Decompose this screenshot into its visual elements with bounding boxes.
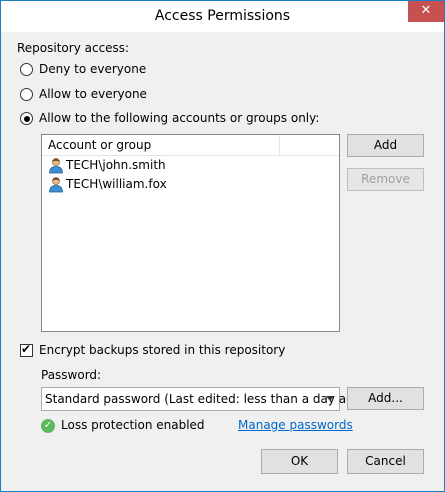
- cancel-button[interactable]: Cancel: [347, 449, 424, 474]
- accounts-list[interactable]: Account or group TECH\john.smith TECH\wi…: [41, 134, 340, 332]
- radio-deny-label[interactable]: Deny to everyone: [39, 62, 146, 76]
- user-icon: [49, 177, 63, 193]
- repository-access-label: Repository access:: [17, 41, 130, 55]
- column-header-account[interactable]: Account or group: [42, 135, 280, 155]
- list-item[interactable]: TECH\william.fox: [42, 175, 273, 194]
- manage-passwords-link[interactable]: Manage passwords: [238, 418, 353, 432]
- accounts-list-header: Account or group: [42, 135, 339, 156]
- password-select[interactable]: Standard password (Last edited: less tha…: [41, 387, 366, 411]
- title-bar[interactable]: Access Permissions ✕: [1, 1, 444, 32]
- radio-allow-following-label[interactable]: Allow to the following accounts or group…: [39, 111, 319, 125]
- encrypt-checkbox-box[interactable]: ✔: [20, 342, 33, 357]
- user-icon: [49, 158, 63, 174]
- close-icon: ✕: [420, 3, 432, 18]
- account-name: TECH\john.smith: [66, 158, 166, 172]
- account-name: TECH\william.fox: [66, 177, 167, 191]
- close-button[interactable]: ✕: [408, 1, 444, 22]
- radio-allow-everyone-indicator[interactable]: [20, 88, 33, 101]
- checkmark-icon: ✔: [21, 342, 32, 356]
- list-item[interactable]: TECH\john.smith: [42, 156, 273, 175]
- dialog-body: Repository access: Deny to everyone Allo…: [9, 32, 436, 483]
- password-select-value: Standard password (Last edited: less tha…: [45, 392, 366, 406]
- chevron-down-icon[interactable]: [326, 396, 334, 401]
- dialog-title: Access Permissions: [154, 8, 291, 24]
- password-label: Password:: [41, 368, 102, 382]
- add-password-button[interactable]: Add...: [347, 387, 424, 410]
- access-permissions-dialog: Access Permissions ✕ Repository access: …: [0, 0, 445, 492]
- radio-deny-indicator[interactable]: [20, 63, 33, 76]
- add-account-button[interactable]: Add: [347, 134, 424, 157]
- encrypt-checkbox-label[interactable]: Encrypt backups stored in this repositor…: [39, 343, 285, 357]
- radio-allow-everyone-label[interactable]: Allow to everyone: [39, 87, 147, 101]
- loss-protection-status: Loss protection enabled: [61, 418, 205, 432]
- radio-allow-following-indicator[interactable]: [20, 112, 33, 125]
- ok-button[interactable]: OK: [261, 449, 338, 474]
- check-circle-icon: ✓: [41, 419, 55, 433]
- remove-account-button[interactable]: Remove: [347, 168, 424, 191]
